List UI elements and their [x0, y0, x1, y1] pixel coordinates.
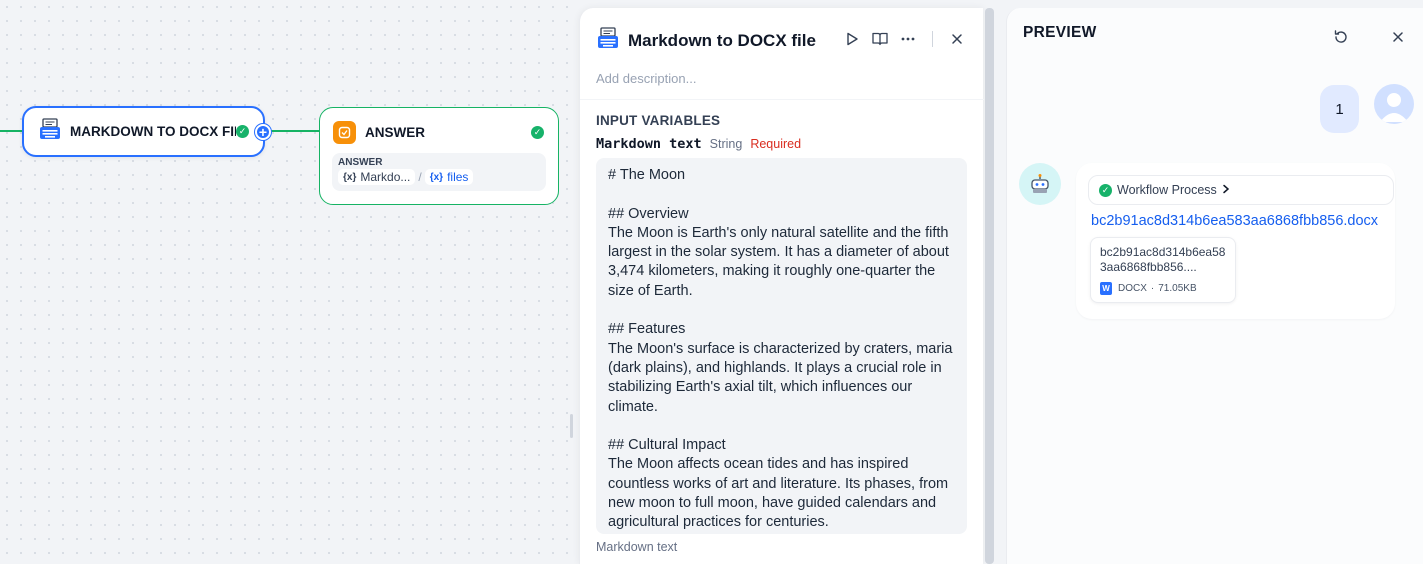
header-divider — [932, 31, 933, 47]
answer-box-label: ANSWER — [338, 157, 383, 168]
check-icon: ✓ — [1099, 183, 1112, 197]
markdown-to-docx-node[interactable]: MARKDOWN TO DOCX FIL ✓ — [22, 106, 265, 157]
book-icon[interactable] — [870, 29, 890, 49]
docx-icon: W — [1100, 282, 1112, 295]
file-type: DOCX — [1118, 283, 1147, 294]
chevron-right-icon — [1222, 183, 1230, 197]
field-name: Markdown text — [596, 136, 702, 152]
panel-title[interactable]: Markdown to DOCX file — [628, 31, 816, 51]
file-card-name: bc2b91ac8d314b6ea583aa6868fbb856.... — [1100, 245, 1226, 274]
workflow-process-label: Workflow Process — [1117, 183, 1217, 197]
markdown-text-input[interactable]: # The Moon ## Overview The Moon is Earth… — [596, 158, 967, 534]
workflow-process-toggle[interactable]: ✓ Workflow Process — [1088, 175, 1394, 205]
bot-message: ✓ Workflow Process bc2b91ac8d314b6ea583a… — [1076, 163, 1395, 319]
file-size: 71.05KB — [1158, 283, 1197, 294]
more-icon[interactable] — [898, 29, 918, 49]
preview-panel: PREVIEW 1 ✓ Workflow Process bc2b91ac8d3… — [1006, 8, 1423, 564]
meta-dot: · — [1150, 283, 1155, 294]
plus-icon[interactable]: + — [255, 124, 271, 140]
robot-icon — [1019, 163, 1061, 205]
user-message: 1 — [1320, 85, 1359, 133]
node-title: MARKDOWN TO DOCX FIL — [70, 124, 236, 139]
workflow-canvas[interactable]: MARKDOWN TO DOCX FIL ✓ + ANSWER ✓ ANSWER… — [0, 0, 580, 564]
answer-node-title: ANSWER — [365, 125, 425, 140]
description-input[interactable]: Add description... — [596, 71, 696, 86]
variable-separator: / — [418, 170, 422, 184]
typewriter-icon — [38, 117, 62, 146]
file-download-link[interactable]: bc2b91ac8d314b6ea583aa6868fbb856.docx — [1091, 213, 1378, 229]
panel-resize-handle[interactable] — [570, 414, 573, 438]
variable-name-files: files — [447, 170, 469, 184]
field-type: String — [709, 137, 743, 151]
variable-name: Markdo... — [360, 170, 411, 184]
user-avatar-icon — [1374, 84, 1414, 124]
check-icon: ✓ — [531, 126, 544, 139]
check-icon: ✓ — [236, 125, 249, 138]
panel-scrollbar[interactable] — [985, 8, 994, 564]
variable-icon: {x} — [343, 171, 357, 183]
section-title: INPUT VARIABLES — [596, 113, 721, 128]
field-hint: Markdown text — [596, 540, 678, 554]
field-label: Markdown text String Required — [596, 136, 801, 152]
play-icon[interactable] — [842, 29, 862, 49]
edge-md-to-answer — [270, 130, 320, 132]
variable-chip-files: {x} files — [424, 169, 474, 185]
refresh-icon[interactable] — [1331, 27, 1351, 47]
file-card[interactable]: bc2b91ac8d314b6ea583aa6868fbb856.... W D… — [1090, 237, 1236, 303]
answer-icon — [333, 121, 356, 144]
variable-chip: {x} Markdo... — [338, 169, 416, 185]
answer-node[interactable]: ANSWER ✓ ANSWER {x} Markdo... / {x} file… — [319, 107, 559, 205]
edge-left — [0, 130, 22, 132]
close-icon[interactable] — [947, 29, 967, 49]
close-icon[interactable] — [1388, 27, 1408, 47]
field-required: Required — [750, 137, 802, 151]
preview-title: PREVIEW — [1023, 24, 1097, 41]
divider — [580, 99, 984, 100]
variable-icon: {x} — [429, 171, 444, 183]
typewriter-icon — [596, 26, 620, 55]
node-config-panel: Markdown to DOCX file Add description...… — [579, 8, 984, 564]
answer-output-box: ANSWER {x} Markdo... / {x} files — [332, 153, 546, 191]
